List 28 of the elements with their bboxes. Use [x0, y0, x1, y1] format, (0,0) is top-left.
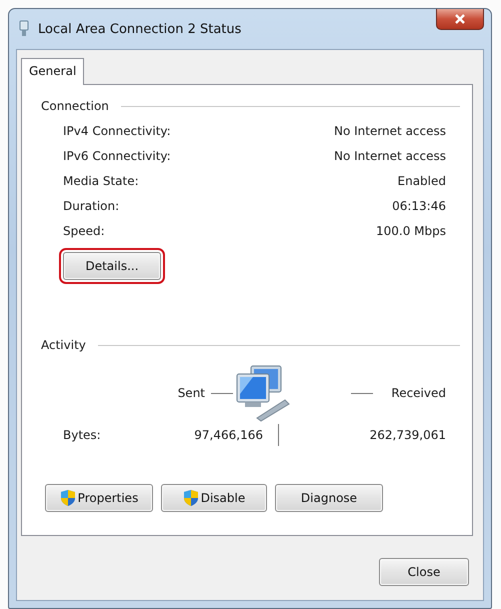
field-value: No Internet access [334, 148, 446, 162]
received-label: Received [391, 386, 446, 400]
section-heading: Connection [41, 99, 109, 113]
field-value: No Internet access [334, 124, 446, 138]
section-heading: Activity [41, 338, 86, 352]
close-button[interactable]: Close [379, 558, 469, 586]
field-label: IPv6 Connectivity: [63, 148, 171, 162]
window-title: Local Area Connection 2 Status [38, 22, 242, 36]
action-button[interactable]: Disable [161, 484, 267, 512]
bytes-received-value: 262,739,061 [370, 428, 446, 442]
field-value: 06:13:46 [392, 198, 446, 212]
sent-label: Sent [178, 386, 205, 400]
network-connection-icon [18, 20, 30, 38]
close-icon [455, 14, 465, 24]
field-label: Speed: [63, 224, 105, 238]
field-value: Enabled [398, 174, 446, 188]
field-label: Media State: [63, 174, 139, 188]
bytes-label: Bytes: [63, 428, 102, 442]
shield-icon [182, 489, 199, 507]
field-label: Duration: [63, 198, 120, 212]
action-button[interactable]: Diagnose [275, 484, 383, 512]
close-button[interactable] [436, 9, 484, 30]
tab[interactable]: General [21, 58, 84, 85]
shield-icon [60, 489, 76, 507]
field-label: IPv4 Connectivity: [63, 124, 171, 138]
bytes-sent-value: 97,466,166 [194, 428, 263, 442]
action-button[interactable]: Properties [45, 484, 153, 512]
field-value: 100.0 Mbps [376, 224, 446, 238]
